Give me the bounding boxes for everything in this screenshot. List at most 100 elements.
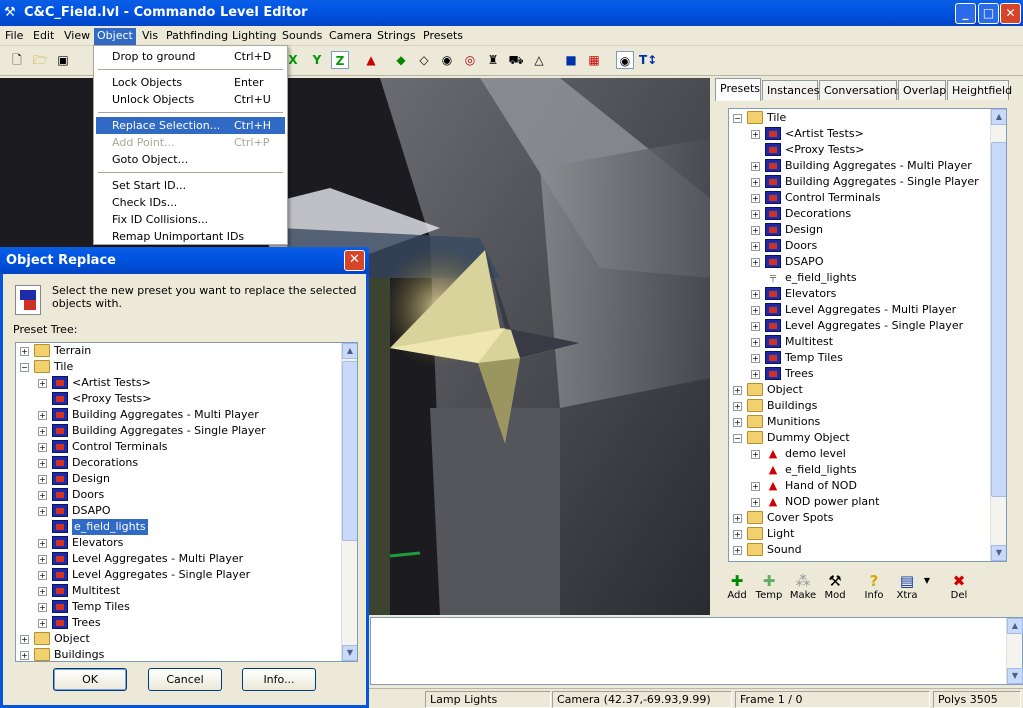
menu-item-lock-objects[interactable]: Lock Objects Enter bbox=[96, 74, 285, 91]
tree-item[interactable]: e_field_lights bbox=[16, 519, 276, 535]
expand-icon[interactable]: + bbox=[751, 178, 760, 187]
menu-vis[interactable]: Vis bbox=[139, 28, 161, 45]
expand-icon[interactable]: + bbox=[733, 418, 742, 427]
menu-sounds[interactable]: Sounds bbox=[279, 28, 325, 45]
tab-overlap[interactable]: Overlap bbox=[898, 80, 946, 100]
menu-file[interactable]: File bbox=[2, 28, 26, 45]
expand-icon[interactable]: + bbox=[733, 530, 742, 539]
collapse-icon[interactable]: − bbox=[733, 114, 742, 123]
expand-icon[interactable]: + bbox=[751, 482, 760, 491]
expand-icon[interactable]: + bbox=[20, 651, 29, 660]
cube-green-icon[interactable]: ◆ bbox=[392, 51, 410, 69]
maximize-button[interactable]: □ bbox=[978, 3, 999, 24]
dialog-preset-tree[interactable]: + Terrain − Tile + <Artist Tests> <Proxy Tests… bbox=[15, 342, 358, 662]
tab-conversations[interactable]: Conversations bbox=[819, 80, 902, 100]
output-scroll-down-icon[interactable]: ▼ bbox=[1007, 668, 1023, 684]
axis-y-toggle[interactable]: Y bbox=[308, 51, 326, 69]
tree-item[interactable]: + Multitest bbox=[16, 583, 276, 599]
menu-item-replace-selection[interactable]: Replace Selection... Ctrl+H bbox=[96, 117, 285, 134]
vehicle-icon[interactable]: ⛟ bbox=[507, 51, 525, 69]
tree-item[interactable]: + Design bbox=[16, 471, 276, 487]
expand-icon[interactable]: + bbox=[751, 162, 760, 171]
expand-icon[interactable]: + bbox=[38, 603, 47, 612]
tree-item[interactable]: + Building Aggregates - Multi Player bbox=[729, 158, 989, 174]
tree-item[interactable]: + Building Aggregates - Single Player bbox=[729, 174, 989, 190]
ok-button[interactable]: OK bbox=[53, 668, 127, 691]
tree-item[interactable]: + DSAPO bbox=[16, 503, 276, 519]
view-eye-icon[interactable]: ◉ bbox=[438, 51, 456, 69]
open-folder-icon[interactable]: 🗁 bbox=[31, 51, 49, 69]
expand-icon[interactable]: + bbox=[751, 306, 760, 315]
tree-item[interactable]: + Elevators bbox=[729, 286, 989, 302]
tree-item[interactable]: + Building Aggregates - Single Player bbox=[16, 423, 276, 439]
tab-instances[interactable]: Instances bbox=[762, 80, 820, 100]
expand-icon[interactable]: + bbox=[751, 290, 760, 299]
expand-icon[interactable]: + bbox=[38, 619, 47, 628]
menu-item-drop-to-ground[interactable]: Drop to ground Ctrl+D bbox=[96, 48, 285, 65]
expand-icon[interactable]: + bbox=[38, 443, 47, 452]
tree-item[interactable]: + Level Aggregates - Single Player bbox=[16, 567, 276, 583]
collapse-icon[interactable]: − bbox=[733, 434, 742, 443]
tree-item[interactable]: + Level Aggregates - Multi Player bbox=[729, 302, 989, 318]
tree-item[interactable]: + Buildings bbox=[16, 647, 276, 661]
menu-camera[interactable]: Camera bbox=[326, 28, 375, 45]
tree-item[interactable]: + Multitest bbox=[729, 334, 989, 350]
dialog-scroll-down-icon[interactable]: ▼ bbox=[342, 645, 357, 661]
collapse-icon[interactable]: − bbox=[20, 363, 29, 372]
expand-icon[interactable]: + bbox=[38, 571, 47, 580]
preset-tree-scrollbar[interactable]: ▲ ▼ bbox=[990, 109, 1006, 561]
expand-icon[interactable]: + bbox=[38, 507, 47, 516]
tree-item[interactable]: + ▲ NOD power plant bbox=[729, 494, 989, 510]
expand-icon[interactable]: + bbox=[751, 450, 760, 459]
tree-item[interactable]: ╤ e_field_lights bbox=[729, 270, 989, 286]
make-button[interactable]: ⁂ Make bbox=[788, 572, 818, 608]
tree-item[interactable]: + Elevators bbox=[16, 535, 276, 551]
expand-icon[interactable]: + bbox=[751, 498, 760, 507]
menu-item-fix-id-collisions[interactable]: Fix ID Collisions... bbox=[96, 211, 285, 228]
output-scrollbar[interactable]: ▲ ▼ bbox=[1006, 618, 1023, 684]
scroll-thumb[interactable] bbox=[991, 142, 1006, 497]
tree-item[interactable]: + Decorations bbox=[16, 455, 276, 471]
menu-item-set-start-id[interactable]: Set Start ID... bbox=[96, 177, 285, 194]
tree-item[interactable]: + Doors bbox=[729, 238, 989, 254]
expand-icon[interactable]: + bbox=[751, 258, 760, 267]
tree-item[interactable]: + <Artist Tests> bbox=[729, 126, 989, 142]
tree-item[interactable]: + Cover Spots bbox=[729, 510, 989, 526]
minimize-button[interactable]: _ bbox=[955, 3, 976, 24]
tree-item[interactable]: + ▲ demo level bbox=[729, 446, 989, 462]
tree-item[interactable]: + Control Terminals bbox=[16, 439, 276, 455]
expand-icon[interactable]: + bbox=[751, 242, 760, 251]
tab-heightfield[interactable]: Heightfield bbox=[947, 80, 1012, 100]
camera-eye-icon[interactable]: ◉ bbox=[616, 51, 634, 69]
menu-lighting[interactable]: Lighting bbox=[229, 28, 279, 45]
info-dialog-button[interactable]: Info... bbox=[242, 668, 316, 691]
tree-item[interactable]: + DSAPO bbox=[729, 254, 989, 270]
mod-button[interactable]: ⚒ Mod bbox=[820, 572, 850, 608]
cancel-button[interactable]: Cancel bbox=[148, 668, 222, 691]
expand-icon[interactable]: + bbox=[20, 347, 29, 356]
menu-object[interactable]: Object bbox=[94, 28, 136, 45]
preset-tree[interactable]: − Tile + <Artist Tests> <Proxy Tests> + Buildi… bbox=[728, 108, 1007, 562]
expand-icon[interactable]: + bbox=[38, 539, 47, 548]
expand-icon[interactable]: + bbox=[751, 226, 760, 235]
menu-item-unlock-objects[interactable]: Unlock Objects Ctrl+U bbox=[96, 91, 285, 108]
close-button[interactable]: ✕ bbox=[1000, 3, 1021, 24]
tree-item[interactable]: + Temp Tiles bbox=[16, 599, 276, 615]
expand-icon[interactable]: + bbox=[38, 411, 47, 420]
tree-item[interactable]: <Proxy Tests> bbox=[729, 142, 989, 158]
info-button[interactable]: ? Info bbox=[859, 572, 889, 608]
cube-wire-icon[interactable]: ◇ bbox=[415, 51, 433, 69]
tree-item[interactable]: + Design bbox=[729, 222, 989, 238]
xtra-dropdown-arrow-icon[interactable]: ▼ bbox=[920, 572, 934, 608]
tower-icon[interactable]: ♜ bbox=[484, 51, 502, 69]
tree-item[interactable]: + Object bbox=[16, 631, 276, 647]
tree-item[interactable]: + ▲ Hand of NOD bbox=[729, 478, 989, 494]
expand-icon[interactable]: + bbox=[751, 194, 760, 203]
tree-item[interactable]: + Level Aggregates - Multi Player bbox=[16, 551, 276, 567]
blue-cube-icon[interactable]: ■ bbox=[562, 51, 580, 69]
tree-item[interactable]: + Doors bbox=[16, 487, 276, 503]
tree-item[interactable]: + Temp Tiles bbox=[729, 350, 989, 366]
menu-item-remap-unimportant-ids[interactable]: Remap Unimportant IDs bbox=[96, 228, 285, 245]
expand-icon[interactable]: + bbox=[38, 555, 47, 564]
tree-item[interactable]: + Sound bbox=[729, 542, 989, 558]
